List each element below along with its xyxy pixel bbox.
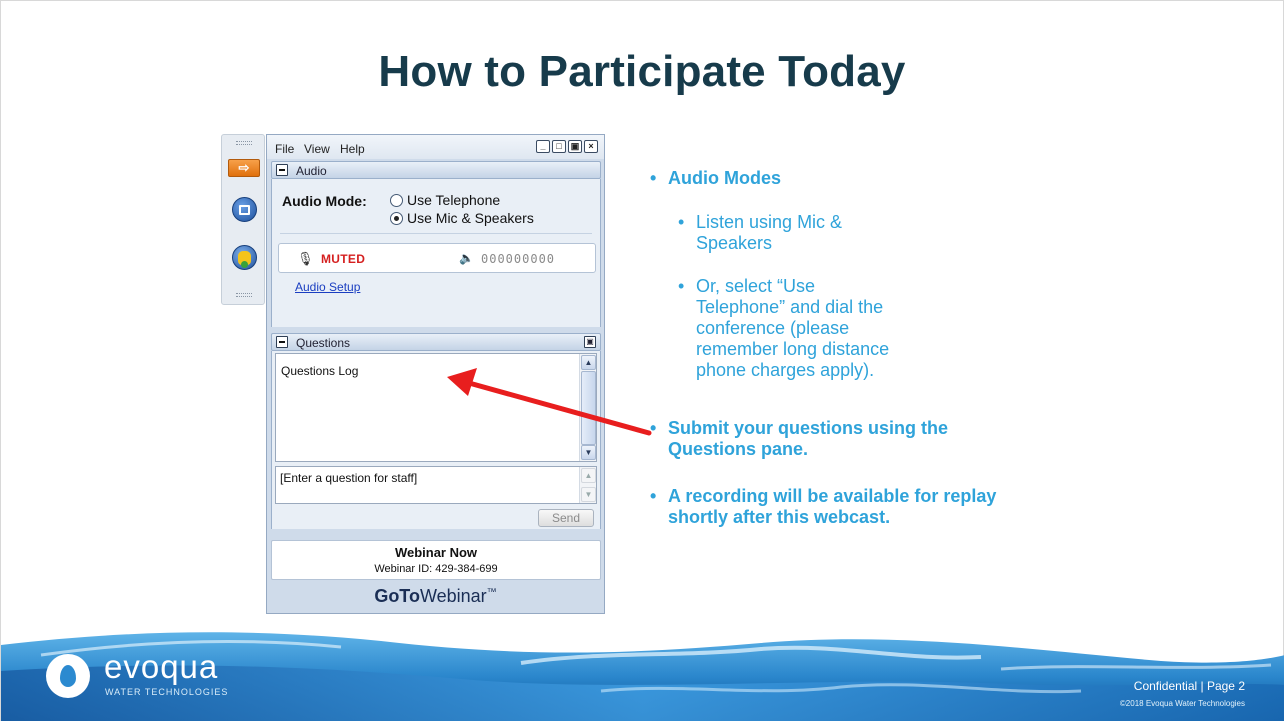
evoqua-logo-subtitle: WATER TECHNOLOGIES xyxy=(105,687,229,697)
confidential-page-label: Confidential | Page 2 xyxy=(1133,679,1245,693)
raise-hand-button[interactable] xyxy=(232,245,257,270)
microphone-icon[interactable]: 🎙 xyxy=(297,251,314,267)
questions-section-header[interactable]: Questions ▣ xyxy=(271,333,601,351)
audio-setup-link[interactable]: Audio Setup xyxy=(295,280,360,294)
radio-checked-icon[interactable] xyxy=(390,211,403,225)
brand-webinar: Webinar xyxy=(419,586,487,606)
divider xyxy=(280,233,592,234)
question-input-placeholder: [Enter a question for staff] xyxy=(280,471,418,485)
screen-view-button[interactable] xyxy=(232,197,257,222)
scroll-thumb[interactable] xyxy=(581,371,596,445)
gotowebinar-control-panel: ⇨ File View Help _ □ ▣ × Audio Audio Mod… xyxy=(221,134,605,614)
minimize-icon[interactable]: _ xyxy=(536,140,550,153)
pointer-arrow xyxy=(447,368,652,436)
menu-file[interactable]: File xyxy=(275,142,294,156)
grab-tab[interactable]: ⇨ xyxy=(221,134,265,305)
slide-title: How to Participate Today xyxy=(378,47,906,96)
webinar-info: Webinar Now Webinar ID: 429-384-699 xyxy=(271,540,601,580)
question-input[interactable]: [Enter a question for staff] ▲ ▼ xyxy=(275,466,597,504)
bullet-use-telephone: • Or, select “Use Telephone” and dial the… xyxy=(678,276,890,380)
questions-log[interactable]: Questions Log ▲ ▼ xyxy=(275,353,597,462)
copyright-text: ©2018 Evoqua Water Technologies xyxy=(1119,699,1245,708)
menu-bar: File View Help _ □ ▣ × xyxy=(267,135,604,159)
volume-meter: 000000000 xyxy=(481,252,556,266)
audio-mode-label: Audio Mode: xyxy=(282,193,367,209)
audio-section-label: Audio xyxy=(296,164,327,178)
show-hide-arrow-button[interactable]: ⇨ xyxy=(228,159,260,177)
use-telephone-label: Use Telephone xyxy=(407,192,501,208)
restore-icon[interactable]: □ xyxy=(552,140,566,153)
use-mic-speakers-option[interactable]: Use Mic & Speakers xyxy=(390,210,534,226)
bullet-submit-questions: • Submit your questions using the Questio… xyxy=(650,418,949,459)
scroll-up-icon[interactable]: ▲ xyxy=(581,355,596,370)
screen-icon xyxy=(239,204,250,215)
questions-pane: Questions Log ▲ ▼ [Enter a question for … xyxy=(271,351,601,529)
water-drop-icon xyxy=(60,665,76,687)
grip-dots-icon[interactable] xyxy=(236,293,252,297)
webinar-id: Webinar ID: 429-384-699 xyxy=(374,563,498,575)
audio-section-header[interactable]: Audio xyxy=(271,161,601,179)
grip-dots-icon[interactable] xyxy=(236,141,252,145)
evoqua-logo-icon xyxy=(46,654,90,698)
menu-help[interactable]: Help xyxy=(340,142,365,156)
questions-log-scrollbar[interactable]: ▲ ▼ xyxy=(579,354,596,461)
brand-tm: ™ xyxy=(486,587,497,598)
scroll-up-icon[interactable]: ▲ xyxy=(581,468,596,483)
audio-pane: Audio Mode: Use Telephone Use Mic & Spea… xyxy=(271,179,601,327)
questions-section-label: Questions xyxy=(296,336,351,350)
popout-icon[interactable]: ▣ xyxy=(584,336,596,348)
window-controls: _ □ ▣ × xyxy=(536,140,598,153)
speaker-icon: 🔈 xyxy=(459,251,474,265)
scroll-down-icon[interactable]: ▼ xyxy=(581,445,596,460)
mute-status-box: 🎙 MUTED 🔈 000000000 xyxy=(278,243,596,273)
questions-log-title: Questions Log xyxy=(281,364,359,378)
raise-hand-icon xyxy=(238,250,251,268)
menu-view[interactable]: View xyxy=(304,142,330,156)
radio-unchecked-icon[interactable] xyxy=(390,193,403,207)
slide: How to Participate Today ⇨ File View Hel… xyxy=(0,0,1284,721)
collapse-icon[interactable] xyxy=(276,336,288,348)
popout-icon[interactable]: ▣ xyxy=(568,140,582,153)
brand-goto: GoTo xyxy=(374,586,420,606)
close-icon[interactable]: × xyxy=(584,140,598,153)
control-panel-window: File View Help _ □ ▣ × Audio Audio Mode: xyxy=(266,134,605,614)
gotowebinar-logo: GoToWebinar™ xyxy=(267,586,604,607)
collapse-icon[interactable] xyxy=(276,164,288,176)
use-telephone-option[interactable]: Use Telephone xyxy=(390,192,500,208)
footer: evoqua WATER TECHNOLOGIES Confidential |… xyxy=(1,621,1284,721)
bullet-listen-mic: • Listen using Mic & Speakers xyxy=(678,212,843,253)
bullet-audio-modes: • Audio Modes xyxy=(650,168,781,188)
evoqua-logo-text: evoqua xyxy=(104,648,219,685)
muted-status: MUTED xyxy=(321,252,366,266)
question-input-scrollbar[interactable]: ▲ ▼ xyxy=(579,467,596,503)
use-mic-speakers-label: Use Mic & Speakers xyxy=(407,210,534,226)
scroll-down-icon[interactable]: ▼ xyxy=(581,487,596,502)
bullet-recording: • A recording will be available for repla… xyxy=(650,486,997,527)
webinar-name: Webinar Now xyxy=(394,545,478,560)
send-button[interactable]: Send xyxy=(538,509,594,527)
